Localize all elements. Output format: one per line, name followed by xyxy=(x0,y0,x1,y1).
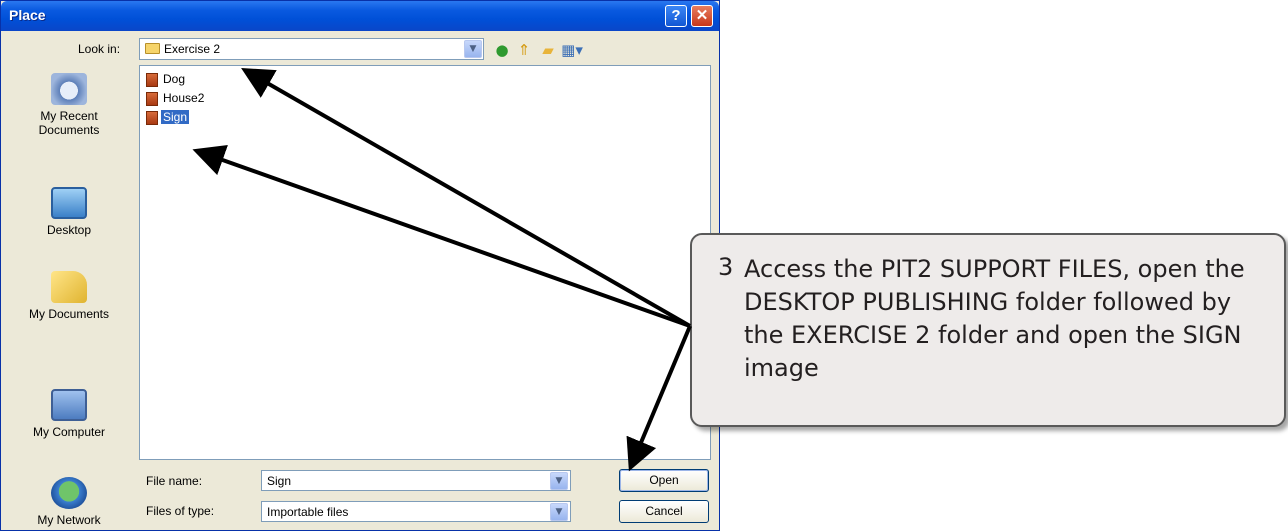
chevron-down-icon[interactable]: ▼ xyxy=(464,40,482,58)
help-button[interactable]: ? xyxy=(665,5,687,27)
views-menu-icon[interactable]: ▦▾ xyxy=(561,40,583,60)
dialog-title: Place xyxy=(9,7,46,23)
place-label: My Recent Documents xyxy=(38,109,100,137)
cancel-button[interactable]: Cancel xyxy=(619,500,709,523)
title-bar[interactable]: Place ? ✕ xyxy=(1,1,719,31)
step-number: 3 xyxy=(718,253,734,281)
place-my-network[interactable]: My Network xyxy=(5,477,133,527)
instruction-text: Access the PIT2 SUPPORT FILES, open the … xyxy=(744,255,1245,382)
place-my-documents[interactable]: My Documents xyxy=(5,271,133,321)
place-label: My Network xyxy=(37,513,101,527)
look-in-value: Exercise 2 xyxy=(164,42,221,56)
look-in-label: Look in: xyxy=(78,42,121,56)
instruction-callout: 3 Access the PIT2 SUPPORT FILES, open th… xyxy=(690,233,1286,427)
open-button[interactable]: Open xyxy=(619,469,709,492)
place-label: My Documents xyxy=(28,307,110,321)
file-name: Dog xyxy=(163,72,186,86)
back-icon[interactable]: ● xyxy=(491,40,513,60)
file-name-label: File name: xyxy=(146,474,203,488)
folder-icon xyxy=(145,43,160,54)
close-button[interactable]: ✕ xyxy=(691,5,713,27)
place-my-computer[interactable]: My Computer xyxy=(5,389,133,439)
places-bar: My Recent Documents Desktop My Documents… xyxy=(5,65,133,530)
image-file-icon xyxy=(146,92,158,106)
chevron-down-icon[interactable]: ▼ xyxy=(550,503,568,521)
place-dialog: Place ? ✕ Look in: Exercise 2 ▼ ● ⇑ ▰ ▦▾… xyxy=(0,0,720,531)
my-network-icon xyxy=(51,477,87,509)
chevron-down-icon[interactable]: ▼ xyxy=(550,472,568,490)
file-name-input[interactable]: Sign ▼ xyxy=(261,470,571,491)
place-my-recent-documents[interactable]: My Recent Documents xyxy=(5,73,133,137)
my-computer-icon xyxy=(51,389,87,421)
file-type-select[interactable]: Importable files ▼ xyxy=(261,501,571,522)
file-type-label: Files of type: xyxy=(146,504,215,518)
image-file-icon xyxy=(146,73,158,87)
file-name: House2 xyxy=(163,91,205,105)
file-name: Sign xyxy=(161,110,190,124)
place-desktop[interactable]: Desktop xyxy=(5,187,133,237)
place-label: My Computer xyxy=(32,425,106,439)
new-folder-icon[interactable]: ▰ xyxy=(537,40,559,60)
file-type-value: Importable files xyxy=(267,505,349,519)
look-in-dropdown[interactable]: Exercise 2 ▼ xyxy=(139,38,484,60)
my-documents-icon xyxy=(51,271,87,303)
recent-documents-icon xyxy=(51,73,87,105)
image-file-icon xyxy=(146,111,158,125)
place-label: Desktop xyxy=(46,223,92,237)
file-name-value: Sign xyxy=(267,474,292,488)
up-folder-icon[interactable]: ⇑ xyxy=(513,40,535,60)
file-list[interactable]: Dog House2 Sign xyxy=(139,65,711,460)
desktop-icon xyxy=(51,187,87,219)
